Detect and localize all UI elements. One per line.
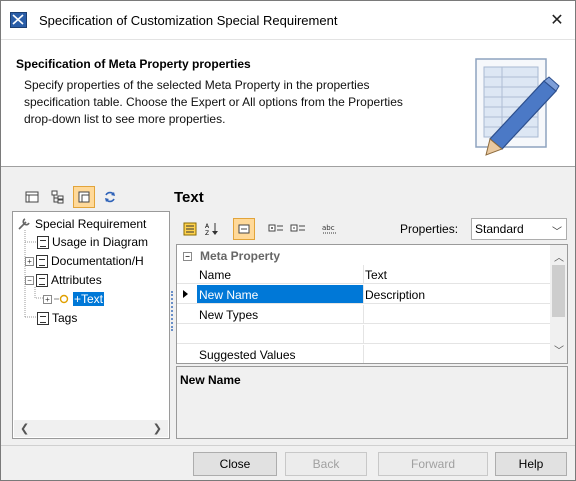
specification-dialog: Specification of Customization Special R…: [0, 0, 576, 481]
element-tree: Special Requirement Usage in Diagram + D…: [12, 211, 170, 439]
property-value[interactable]: Text: [365, 268, 387, 282]
collapse-all-icon[interactable]: [287, 218, 309, 240]
forward-button[interactable]: Forward: [378, 452, 488, 476]
header-description-line: drop-down list to see more properties.: [24, 112, 226, 126]
back-button[interactable]: Back: [285, 452, 367, 476]
tree-toolbar: [21, 186, 121, 208]
row-pointer-icon: [183, 290, 188, 298]
panel-splitter[interactable]: [171, 291, 174, 331]
column-divider: [363, 345, 364, 363]
spell-check-icon[interactable]: abc: [319, 218, 341, 240]
list-view-icon[interactable]: [21, 186, 43, 208]
description-panel: New Name: [176, 366, 568, 439]
table-row[interactable]: [177, 325, 551, 344]
property-value[interactable]: Description: [365, 288, 425, 302]
sort-az-icon[interactable]: AZ: [201, 218, 223, 240]
collapse-icon[interactable]: −: [183, 251, 192, 261]
tree-item-label: Attributes: [51, 273, 102, 287]
group-label: Meta Property: [200, 249, 281, 263]
title-bar: Specification of Customization Special R…: [1, 1, 575, 39]
property-name: Suggested Values: [199, 348, 296, 362]
column-divider: [363, 285, 364, 303]
svg-text:Z: Z: [205, 230, 209, 236]
column-divider: [363, 305, 364, 323]
tree-lines: [24, 230, 43, 318]
column-divider: [363, 265, 364, 283]
property-name: New Name: [199, 288, 259, 302]
header-title: Specification of Meta Property propertie…: [16, 57, 251, 71]
scroll-up-icon[interactable]: ︿: [554, 249, 564, 264]
description-toggle-icon[interactable]: [233, 218, 255, 240]
table-row[interactable]: Suggested Values: [177, 345, 551, 363]
expand-all-icon[interactable]: [265, 218, 287, 240]
app-icon: [10, 12, 27, 28]
table-row[interactable]: Name Text: [177, 265, 551, 284]
properties-dropdown[interactable]: Standard ﹀: [471, 218, 567, 240]
tree-item-label: +Text: [73, 292, 105, 306]
table-row[interactable]: New Name Description: [177, 285, 551, 304]
chevron-down-icon: ﹀: [552, 227, 562, 238]
property-icon: [54, 294, 69, 304]
svg-text:A: A: [205, 223, 210, 230]
compact-view-icon[interactable]: [73, 186, 95, 208]
scroll-down-icon[interactable]: ﹀: [554, 342, 564, 357]
properties-grid: − Meta Property Name Text New Name Descr…: [176, 244, 568, 364]
refresh-icon[interactable]: [99, 186, 121, 208]
description-title: New Name: [180, 373, 241, 387]
categorized-view-icon[interactable]: [179, 218, 201, 240]
properties-label: Properties:: [400, 222, 459, 236]
header-panel: Specification of Meta Property propertie…: [1, 39, 575, 167]
property-name: New Types: [199, 308, 259, 322]
help-button[interactable]: Help: [495, 452, 567, 476]
properties-selected: Standard: [475, 222, 524, 236]
footer-divider: [1, 445, 575, 446]
group-meta-property[interactable]: − Meta Property: [177, 247, 551, 265]
column-divider: [363, 325, 364, 343]
header-description: Specify properties of the selected Meta …: [24, 77, 464, 128]
close-button[interactable]: Close: [193, 452, 277, 476]
tree-view-icon[interactable]: [47, 186, 69, 208]
scroll-left-icon[interactable]: ❮: [20, 422, 29, 435]
horizontal-scrollbar[interactable]: ❮ ❯: [14, 420, 168, 437]
close-icon[interactable]: ✕: [541, 7, 573, 33]
window-title: Specification of Customization Special R…: [39, 13, 338, 28]
vertical-scrollbar[interactable]: ︿ ﹀: [550, 245, 567, 363]
property-name: Name: [199, 268, 232, 282]
header-description-line: Specify properties of the selected Meta …: [24, 78, 370, 92]
table-row[interactable]: New Types: [177, 305, 551, 324]
tree-item-usage-in-diagram[interactable]: Usage in Diagram: [37, 235, 148, 249]
tree-item-label: Documentation/H: [51, 254, 144, 268]
svg-text:abc: abc: [322, 224, 335, 232]
tree-item-label: Usage in Diagram: [52, 235, 149, 249]
document-pencil-icon: [475, 58, 560, 156]
header-description-line: specification table. Choose the Expert o…: [24, 95, 403, 109]
panel-title: Text: [174, 189, 204, 206]
tree-item-label: Tags: [52, 311, 78, 325]
scroll-thumb[interactable]: [552, 265, 565, 317]
scroll-right-icon[interactable]: ❯: [153, 422, 162, 435]
